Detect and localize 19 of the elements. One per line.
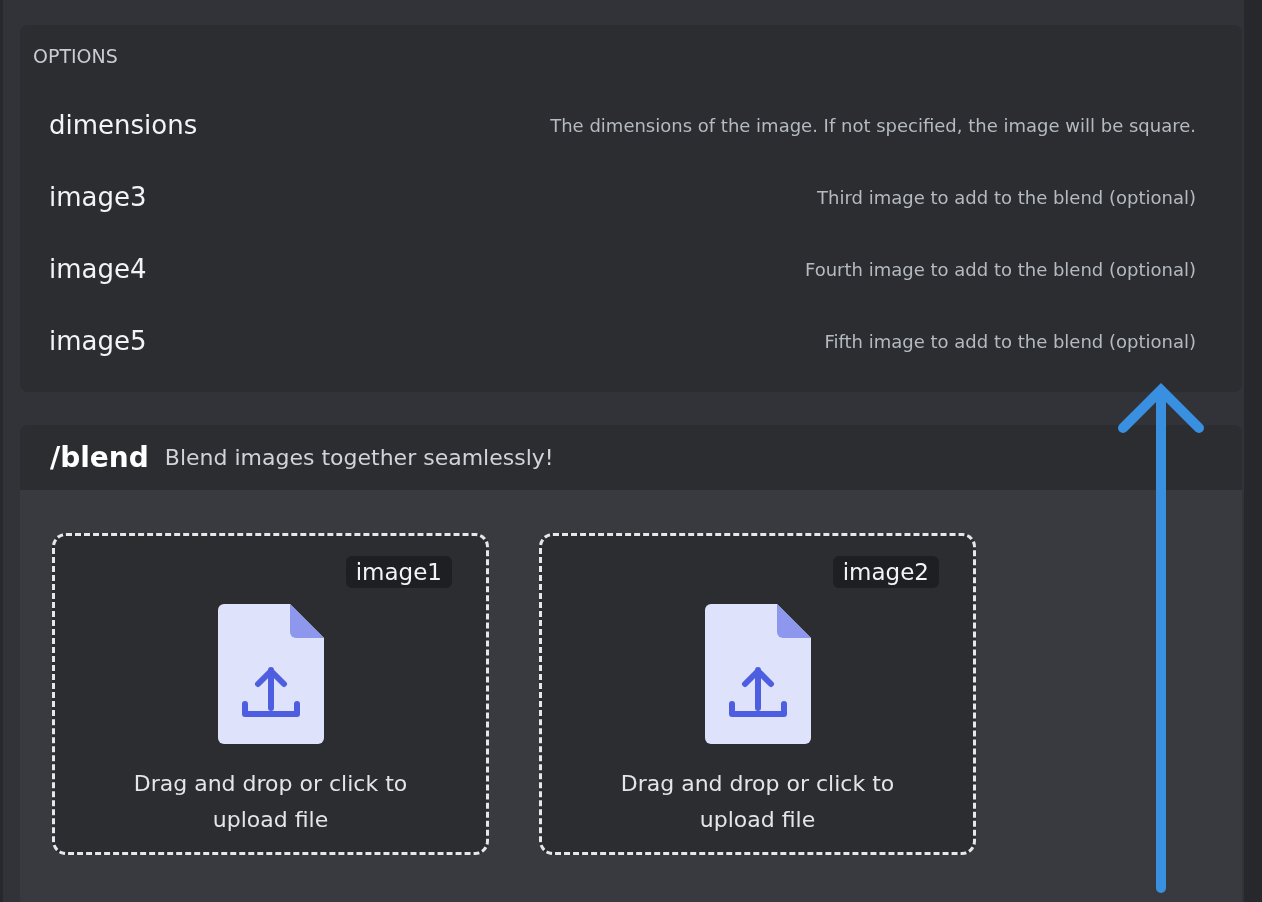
file-upload-icon bbox=[217, 604, 324, 744]
command-name: /blend bbox=[50, 441, 149, 474]
option-description: Fourth image to add to the blend (optional) bbox=[805, 258, 1196, 280]
upload-prompt: Drag and drop or click to upload file bbox=[132, 770, 409, 834]
upload-label: image2 bbox=[832, 556, 939, 588]
option-name[interactable]: image4 bbox=[49, 254, 147, 284]
option-description: Third image to add to the blend (optional) bbox=[817, 186, 1196, 208]
option-name[interactable]: dimensions bbox=[49, 110, 198, 140]
option-description: The dimensions of the image. If not specified, the image will be square. bbox=[550, 114, 1196, 136]
option-name[interactable]: image5 bbox=[49, 326, 147, 356]
file-drop-zone[interactable]: image1 Drag and drop or click to upload file bbox=[52, 533, 489, 855]
option-name[interactable]: image3 bbox=[49, 182, 147, 212]
upload-prompt: Drag and drop or click to upload file bbox=[619, 770, 896, 834]
option-description: Fifth image to add to the blend (optional) bbox=[824, 330, 1196, 352]
file-drop-zone[interactable]: image2 Drag and drop or click to upload file bbox=[539, 533, 976, 855]
options-heading: OPTIONS bbox=[33, 45, 119, 67]
command-description: Blend images together seamlessly! bbox=[164, 445, 554, 470]
file-upload-icon bbox=[704, 604, 811, 744]
upload-label: image1 bbox=[345, 556, 452, 588]
